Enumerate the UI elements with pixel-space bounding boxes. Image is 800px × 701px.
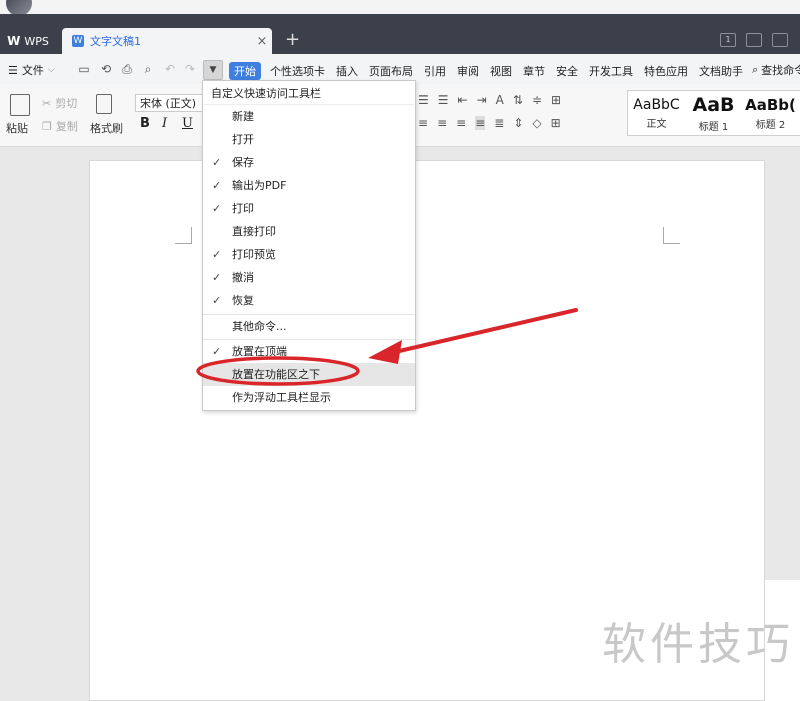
arrow-head-icon [368, 340, 402, 364]
watermark: 软件技巧 [602, 619, 794, 670]
annotation-overlay [196, 308, 578, 386]
pointer-arrow-line [393, 308, 578, 354]
highlight-ellipse [196, 356, 360, 386]
